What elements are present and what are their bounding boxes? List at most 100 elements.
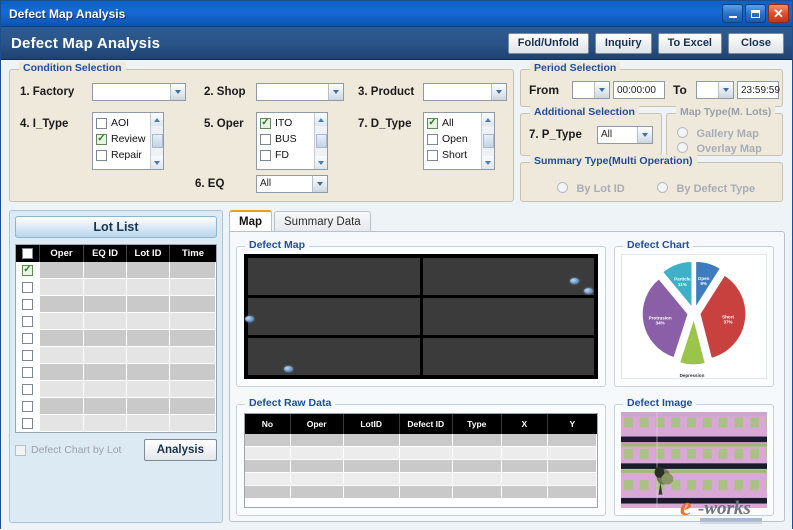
product-select[interactable] [423,83,507,101]
scrollbar[interactable] [314,113,327,169]
scrollbar-thumb[interactable] [483,134,494,148]
select-all-cell[interactable] [16,245,40,262]
d-type-option-short[interactable]: Short [427,147,481,163]
row-select-cell[interactable] [16,313,40,330]
checkbox-icon[interactable] [22,316,33,327]
checkbox-icon[interactable] [22,418,33,429]
i-type-option-repair[interactable]: Repair [96,147,150,163]
table-row[interactable] [245,486,597,499]
from-date-select[interactable] [572,81,610,99]
scrollbar-thumb[interactable] [152,134,163,148]
d-type-option-all[interactable]: ✓ All [427,115,481,131]
i-type-option-aoi[interactable]: AOI [96,115,150,131]
checkbox-checked-icon[interactable]: ✓ [22,265,33,276]
minimize-icon[interactable] [722,4,743,23]
row-select-cell[interactable] [16,381,40,398]
scroll-down-icon[interactable] [315,156,328,169]
checkbox-icon[interactable] [260,134,271,145]
from-time-field[interactable]: 00:00:00 [613,81,665,99]
table-row[interactable] [16,398,216,415]
radio-icon[interactable] [677,127,688,138]
d-type-option-open[interactable]: Open [427,131,481,147]
oper-option-fd[interactable]: FD [260,147,314,163]
table-row[interactable] [16,381,216,398]
defect-image-view[interactable] [621,412,767,508]
checkbox-icon[interactable] [96,118,107,129]
row-select-cell[interactable] [16,364,40,381]
oper-option-ito[interactable]: ✓ ITO [260,115,314,131]
row-select-cell[interactable] [16,415,40,432]
checkbox-icon[interactable] [427,134,438,145]
table-row[interactable] [245,447,597,460]
map-cell[interactable] [248,298,420,335]
row-select-cell[interactable] [16,296,40,313]
checkbox-checked-icon[interactable]: ✓ [260,118,271,129]
table-row[interactable] [16,330,216,347]
tab-map[interactable]: Map [229,210,272,231]
checkbox-icon[interactable] [22,333,33,344]
restore-icon[interactable] [745,4,766,23]
close-button[interactable]: Close [728,33,784,54]
checkbox-checked-icon[interactable]: ✓ [427,118,438,129]
row-select-cell[interactable]: ✓ [16,262,40,279]
defect-chart-canvas[interactable]: Open9%Short37%Depression9%Protrusion34%P… [621,254,767,379]
map-cell[interactable] [423,338,595,375]
table-row[interactable]: ✓ [16,262,216,279]
table-row[interactable] [16,364,216,381]
radio-icon[interactable] [677,142,688,153]
oper-listbox[interactable]: ✓ ITO BUS FD [256,112,328,170]
checkbox-icon[interactable] [22,350,33,361]
to-time-field[interactable]: 23:59:59 [737,81,779,99]
checkbox-icon[interactable] [22,384,33,395]
scroll-down-icon[interactable] [151,156,164,169]
shop-select[interactable] [256,83,344,101]
scrollbar-thumb[interactable] [316,134,327,148]
checkbox-icon[interactable] [22,282,33,293]
table-row[interactable] [16,313,216,330]
checkbox-icon[interactable] [427,150,438,161]
scroll-up-icon[interactable] [482,113,495,126]
radio-icon[interactable] [657,182,668,193]
checkbox-icon[interactable] [260,150,271,161]
i-type-listbox[interactable]: AOI ✓ Review Repair [92,112,164,170]
checkbox-icon[interactable] [22,248,33,259]
radio-icon[interactable] [557,182,568,193]
row-select-cell[interactable] [16,398,40,415]
checkbox-icon[interactable] [22,401,33,412]
row-select-cell[interactable] [16,330,40,347]
table-row[interactable] [16,347,216,364]
scrollbar[interactable] [481,113,494,169]
defect-chart-by-lot-checkbox[interactable] [15,445,26,456]
summary-type-option-lotid[interactable]: By Lot ID [557,179,625,197]
summary-type-option-defecttype[interactable]: By Defect Type [657,179,755,197]
d-type-listbox[interactable]: ✓ All Open Short [423,112,495,170]
map-cell[interactable] [248,258,420,295]
close-icon[interactable]: ✕ [768,4,789,23]
fold-unfold-button[interactable]: Fold/Unfold [508,33,589,54]
map-cell[interactable] [423,258,595,295]
defect-map-canvas[interactable] [244,254,598,379]
defect-marker[interactable] [584,288,593,294]
scroll-up-icon[interactable] [315,113,328,126]
defect-marker[interactable] [570,278,579,284]
table-row[interactable] [16,415,216,432]
to-date-select[interactable] [696,81,734,99]
eq-select[interactable]: All [256,175,328,193]
map-cell[interactable] [423,298,595,335]
row-select-cell[interactable] [16,279,40,296]
defect-marker[interactable] [245,316,254,322]
table-row[interactable] [245,473,597,486]
scroll-down-icon[interactable] [482,156,495,169]
to-excel-button[interactable]: To Excel [658,33,722,54]
table-row[interactable] [245,434,597,447]
row-select-cell[interactable] [16,347,40,364]
checkbox-checked-icon[interactable]: ✓ [96,134,107,145]
table-row[interactable] [16,279,216,296]
defect-marker[interactable] [284,366,293,372]
analysis-button[interactable]: Analysis [144,439,217,461]
checkbox-icon[interactable] [22,299,33,310]
inquiry-button[interactable]: Inquiry [595,33,652,54]
table-row[interactable] [16,296,216,313]
map-cell[interactable] [248,338,420,375]
i-type-option-review[interactable]: ✓ Review [96,131,150,147]
